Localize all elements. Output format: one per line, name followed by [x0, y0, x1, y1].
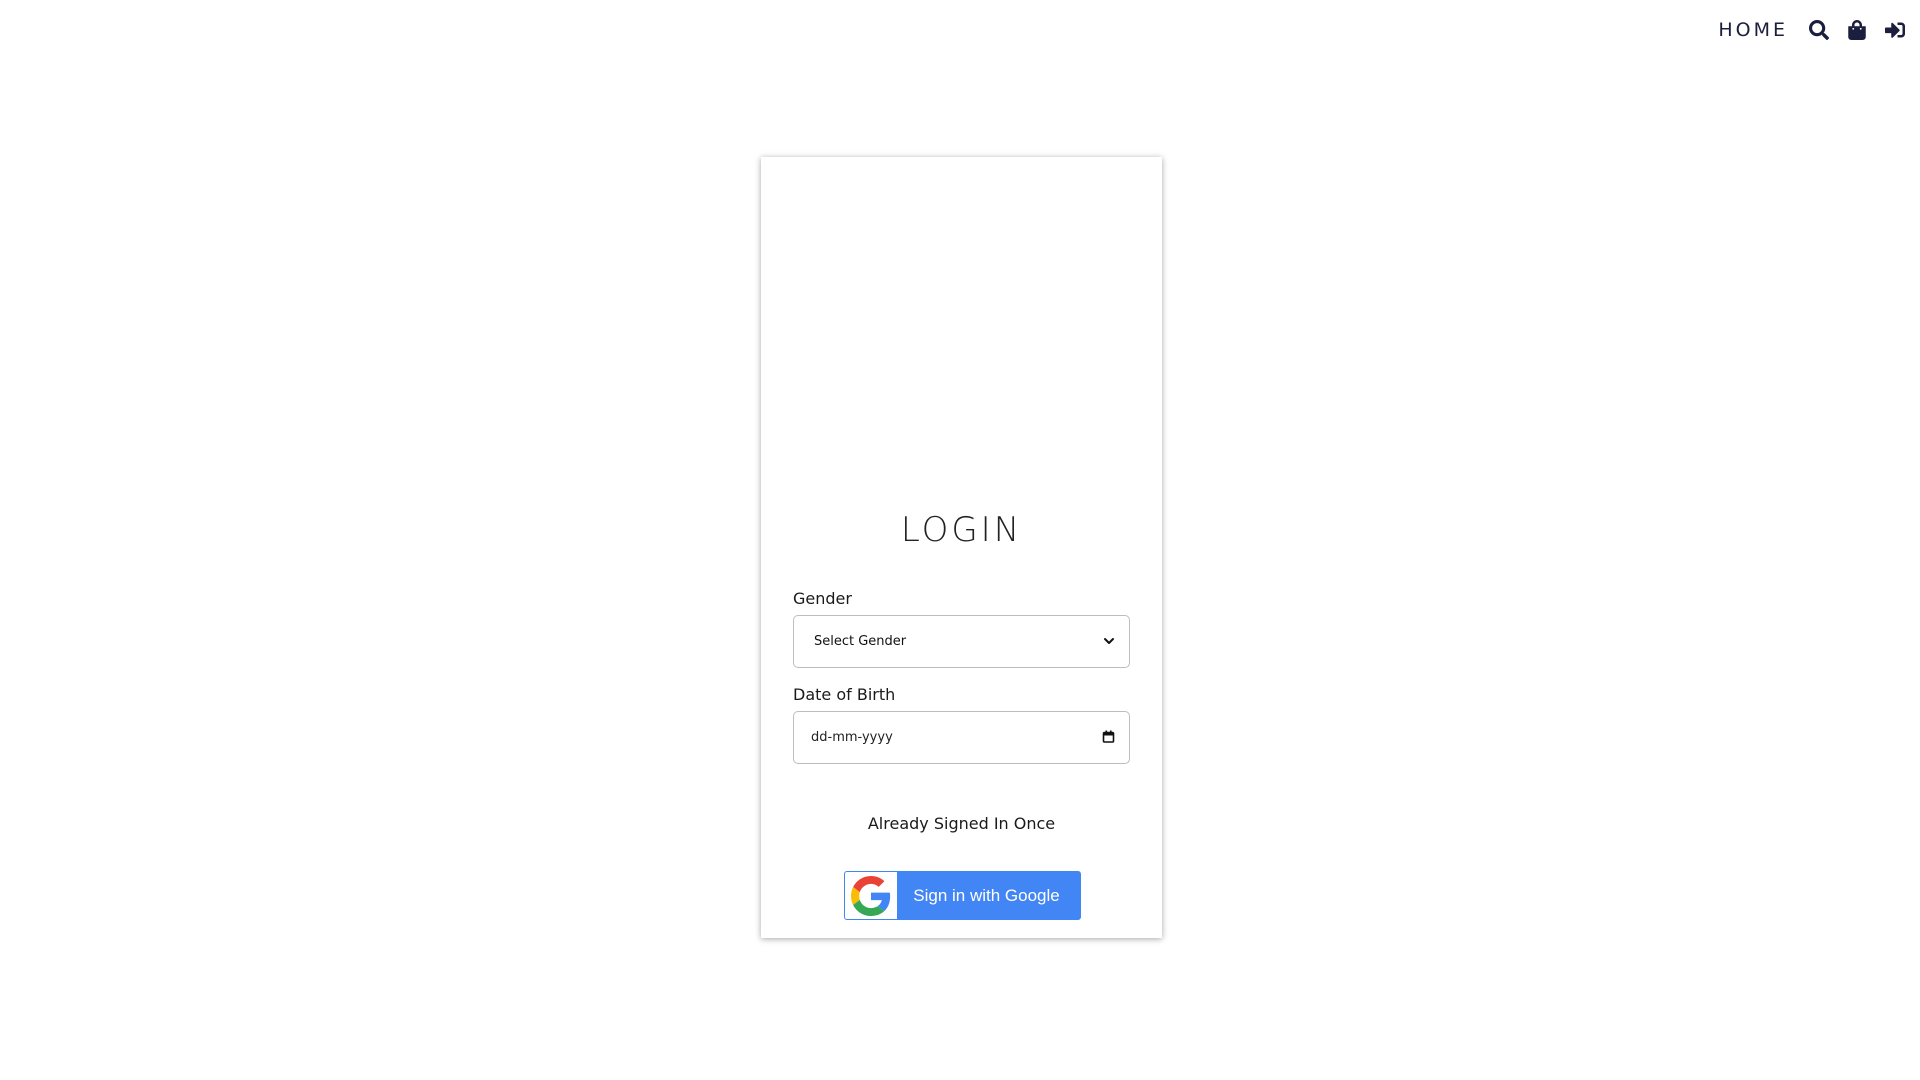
dob-label: Date of Birth — [793, 685, 896, 704]
shopping-bag-icon[interactable] — [1846, 19, 1868, 41]
gender-select-value: Select Gender — [814, 634, 907, 649]
calendar-icon[interactable] — [1102, 728, 1115, 747]
google-logo-icon — [845, 872, 897, 919]
gender-label: Gender — [793, 589, 852, 608]
search-icon[interactable] — [1808, 19, 1830, 41]
top-navigation: HOME — [1718, 14, 1906, 46]
dob-placeholder: dd-mm-yyyy — [811, 730, 893, 745]
gender-select[interactable]: Select Gender — [793, 615, 1130, 668]
login-title: LOGIN — [900, 510, 1023, 550]
login-card: LOGIN Gender Select Gender Date of Birth… — [761, 157, 1162, 938]
nav-home-link[interactable]: HOME — [1718, 19, 1788, 41]
chevron-down-icon — [1103, 632, 1115, 651]
already-signed-in-text: Already Signed In Once — [867, 814, 1056, 833]
dob-date-input[interactable]: dd-mm-yyyy — [793, 711, 1130, 764]
google-sign-in-button[interactable]: Sign in with Google — [844, 871, 1081, 920]
sign-in-icon[interactable] — [1884, 19, 1906, 41]
google-sign-in-label: Sign in with Google — [913, 885, 1060, 905]
